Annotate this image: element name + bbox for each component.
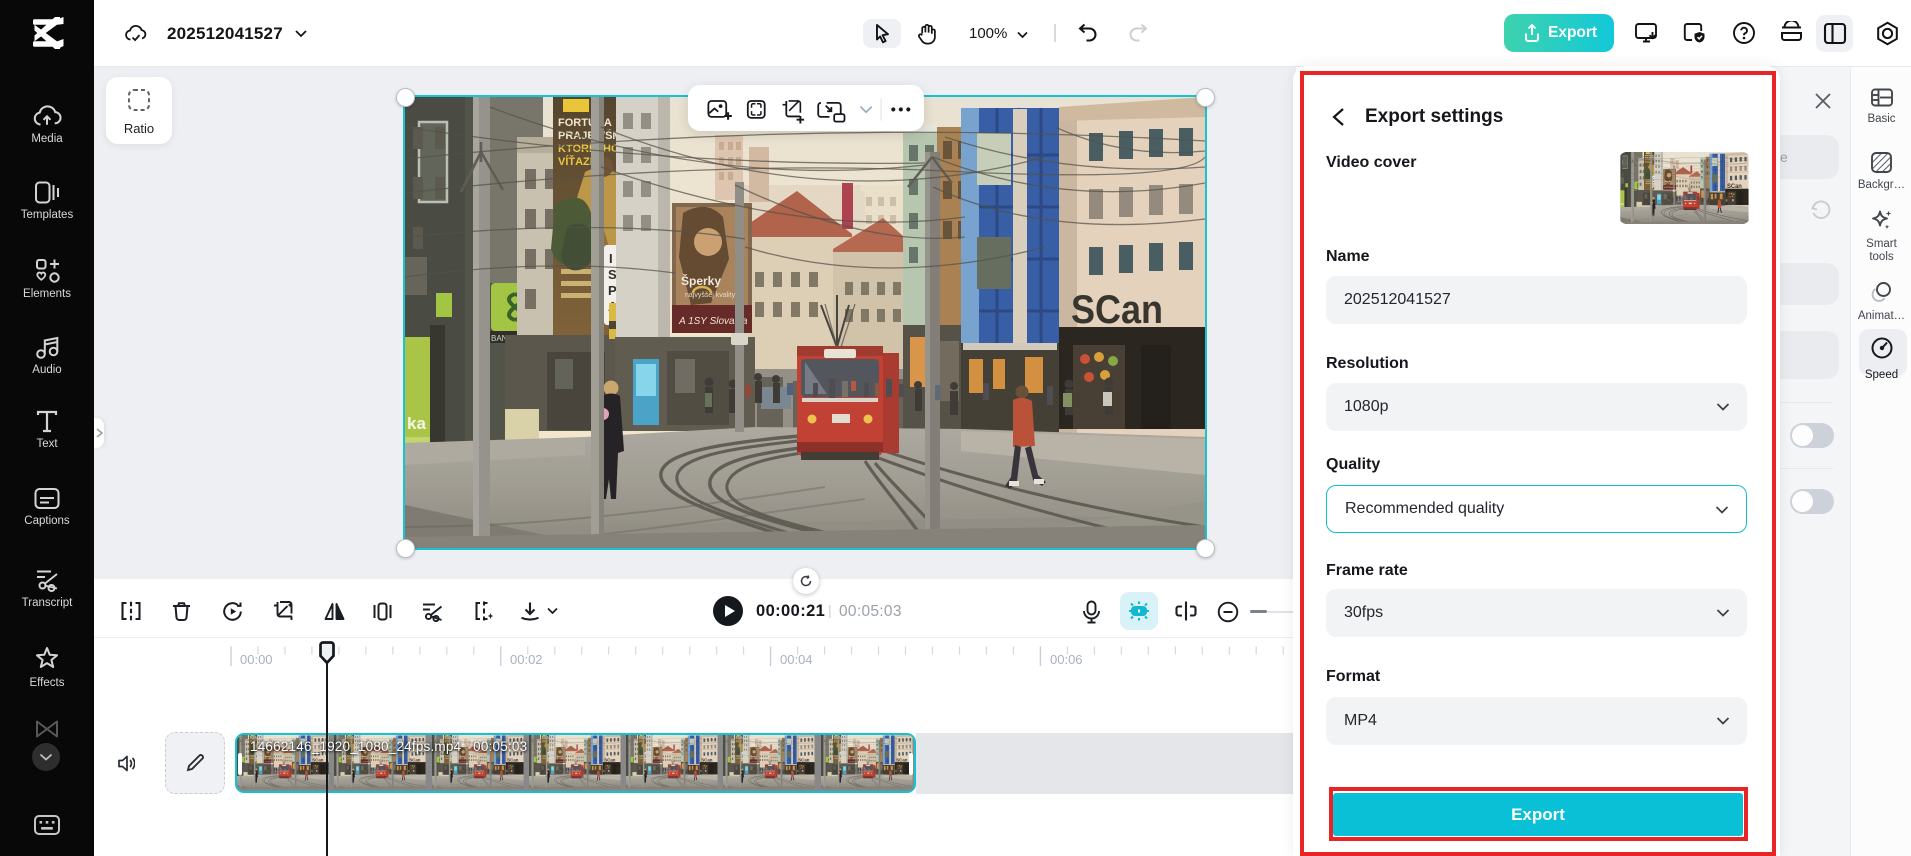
svg-text:00:00: 00:00 xyxy=(240,652,273,667)
svg-text:00:02: 00:02 xyxy=(510,652,543,667)
svg-text:00:04: 00:04 xyxy=(780,652,813,667)
svg-text:00:06: 00:06 xyxy=(1050,652,1083,667)
